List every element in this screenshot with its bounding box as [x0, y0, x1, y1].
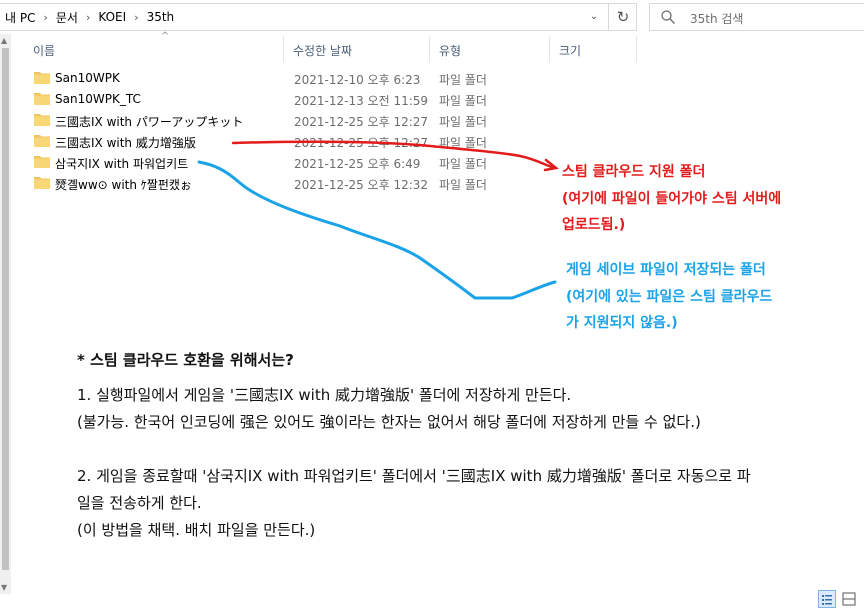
breadcrumb-item-documents[interactable]: 문서: [53, 9, 81, 26]
list-item[interactable]: 三國志IX with パワーアップキット 2021-12-25 오후 12:27…: [11, 110, 571, 131]
file-list: San10WPK 2021-12-10 오후 6:23 파일 폴더 San10W…: [11, 68, 571, 194]
details-view-icon: [822, 595, 832, 605]
folder-icon: [34, 114, 50, 126]
folder-icon: [34, 177, 50, 189]
details-view-button[interactable]: [818, 590, 836, 608]
search-icon: [661, 10, 675, 24]
file-type: 파일 폴더: [439, 136, 487, 150]
file-name: 三國志IX with 威力增強版: [55, 136, 196, 150]
address-bar[interactable]: 내 PC › 문서 › KOEI › 35th ⌄ ↻: [0, 3, 637, 31]
column-modified[interactable]: 수정한 날짜: [293, 42, 352, 59]
annotation-red-line-2: (여기에 파일이 들어가야 스팀 서버에: [562, 191, 782, 207]
folder-icon: [34, 72, 50, 84]
annotation-blue-line-1: 게임 세이브 파일이 저장되는 폴더: [566, 262, 766, 278]
file-type: 파일 폴더: [439, 115, 487, 129]
breadcrumb-item-35th[interactable]: 35th: [144, 10, 178, 24]
scrollbar-thumb[interactable]: [2, 48, 9, 570]
column-divider[interactable]: [429, 36, 430, 62]
file-name: 燹곌ww⊙ with ｹ짤펀캤ぉ: [55, 178, 192, 192]
breadcrumb-item-koei[interactable]: KOEI: [95, 10, 129, 24]
column-type[interactable]: 유형: [439, 42, 461, 59]
breadcrumb: 내 PC › 문서 › KOEI › 35th: [2, 4, 177, 30]
address-bar-area: 내 PC › 문서 › KOEI › 35th ⌄ ↻ 35th 검색: [0, 0, 864, 34]
notes-line-5: (이 방법을 채택. 배치 파일을 만든다.): [77, 521, 316, 539]
notes-line-2: (불가능. 한국어 인코딩에 强은 있어도 強이라는 한자는 없어서 해당 폴더…: [77, 413, 701, 431]
column-size[interactable]: 크기: [559, 42, 581, 59]
file-type: 파일 폴더: [439, 73, 487, 87]
file-name: San10WPK_TC: [55, 92, 141, 106]
folder-icon: [34, 156, 50, 168]
column-header: ^ 이름 수정한 날짜 유형 크기: [11, 31, 864, 64]
column-divider[interactable]: [283, 36, 284, 62]
column-divider[interactable]: [636, 36, 637, 62]
file-type: 파일 폴더: [439, 178, 487, 192]
chevron-right-icon[interactable]: ›: [129, 11, 143, 24]
file-modified: 2021-12-10 오후 6:23: [294, 73, 421, 87]
file-name: 삼국지IX with 파워업키트: [55, 157, 189, 171]
search-box[interactable]: 35th 검색: [649, 3, 864, 31]
notes-line-4: 일을 전송하게 한다.: [77, 494, 202, 512]
file-modified: 2021-12-25 오후 12:32: [294, 178, 429, 192]
sort-up-icon: ^: [161, 31, 170, 42]
annotation-red-line-1: 스팀 클라우드 지원 폴더: [562, 164, 706, 180]
chevron-right-icon[interactable]: ›: [81, 11, 95, 24]
chevron-down-icon[interactable]: ⌄: [585, 8, 603, 26]
file-name: 三國志IX with パワーアップキット: [55, 115, 244, 129]
column-name[interactable]: 이름: [33, 42, 55, 59]
folder-icon: [34, 93, 50, 105]
file-modified: 2021-12-13 오전 11:59: [294, 94, 429, 108]
annotation-red-line-3: 업로드됨.): [562, 217, 626, 233]
file-type: 파일 폴더: [439, 94, 487, 108]
chevron-right-icon[interactable]: ›: [38, 11, 52, 24]
annotation-blue-line-2: (여기에 있는 파일은 스팀 클라우드: [566, 289, 773, 305]
scroll-down-icon[interactable]: ▼: [1, 583, 7, 592]
file-type: 파일 폴더: [439, 157, 487, 171]
notes-line-1: 1. 실행파일에서 게임을 '三國志IX with 威力增強版' 폴더에 저장하…: [77, 386, 572, 404]
list-item[interactable]: 燹곌ww⊙ with ｹ짤펀캤ぉ 2021-12-25 오후 12:32 파일 …: [11, 173, 571, 194]
large-icons-view-button[interactable]: [840, 590, 858, 608]
search-input[interactable]: 35th 검색: [690, 10, 743, 27]
file-modified: 2021-12-25 오후 12:27: [294, 136, 429, 150]
folder-icon: [34, 135, 50, 147]
notes-heading: * 스팀 클라우드 호환을 위해서는?: [77, 351, 294, 369]
list-item[interactable]: 三國志IX with 威力增強版 2021-12-25 오후 12:27 파일 …: [11, 131, 571, 152]
file-name: San10WPK: [55, 71, 120, 85]
file-modified: 2021-12-25 오후 12:27: [294, 115, 429, 129]
list-item[interactable]: 삼국지IX with 파워업키트 2021-12-25 오후 6:49 파일 폴…: [11, 152, 571, 173]
refresh-icon[interactable]: ↻: [608, 4, 637, 30]
notes-line-3: 2. 게임을 종료할때 '삼국지IX with 파워업키트' 폴더에서 '三國志…: [77, 467, 751, 485]
file-modified: 2021-12-25 오후 6:49: [294, 157, 421, 171]
list-item[interactable]: San10WPK 2021-12-10 오후 6:23 파일 폴더: [11, 68, 571, 89]
breadcrumb-item-pc[interactable]: 내 PC: [2, 9, 38, 26]
column-divider[interactable]: [549, 36, 550, 62]
large-icons-view-icon: [842, 592, 856, 606]
list-item[interactable]: San10WPK_TC 2021-12-13 오전 11:59 파일 폴더: [11, 89, 571, 110]
annotation-blue-line-3: 가 지원되지 않음.): [566, 315, 678, 331]
vertical-scrollbar[interactable]: ▲ ▼: [0, 34, 11, 594]
scroll-up-icon[interactable]: ▲: [1, 36, 7, 45]
